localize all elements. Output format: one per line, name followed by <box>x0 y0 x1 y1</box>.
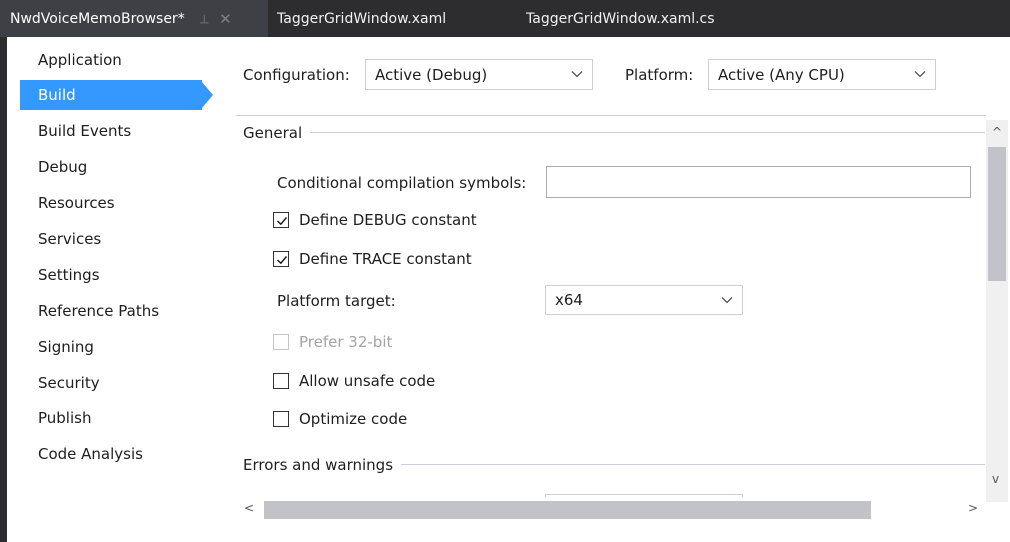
errors-section-title: Errors and warnings <box>243 456 402 474</box>
nav-item-debug[interactable]: Debug <box>20 152 202 182</box>
chevron-down-icon <box>571 71 583 78</box>
nav-item-label: Build <box>38 86 76 104</box>
configuration-dropdown[interactable]: Active (Debug) <box>365 59 593 90</box>
scroll-left-icon[interactable]: < <box>244 501 254 515</box>
pin-icon[interactable]: ⊣ <box>197 13 211 23</box>
close-icon[interactable]: ✕ <box>219 10 232 28</box>
platform-target-value: x64 <box>555 291 583 309</box>
nav-item-label: Settings <box>38 266 100 284</box>
nav-item-application[interactable]: Application <box>20 45 202 75</box>
property-pages-nav: Application Build Build Events Debug Res… <box>7 37 226 542</box>
tab-label: TaggerGridWindow.xaml.cs <box>526 10 715 27</box>
horizontal-scroll-thumb[interactable] <box>264 501 871 519</box>
vertical-scroll-thumb[interactable] <box>988 147 1006 281</box>
define-trace-label: Define TRACE constant <box>299 250 472 268</box>
define-debug-label: Define DEBUG constant <box>299 211 477 229</box>
nav-item-label: Build Events <box>38 122 132 140</box>
general-section-title: General <box>243 124 311 142</box>
checkmark-icon <box>276 256 288 265</box>
conditional-symbols-label: Conditional compilation symbols: <box>277 174 527 192</box>
selection-arrow-icon <box>202 82 213 108</box>
nav-item-label: Security <box>38 374 100 392</box>
vertical-scrollbar[interactable]: ^ v <box>986 120 1008 502</box>
configuration-label: Configuration: <box>243 66 350 84</box>
nav-item-label: Code Analysis <box>38 445 143 463</box>
conditional-symbols-input[interactable] <box>546 166 971 198</box>
optimize-code-checkbox[interactable]: Optimize code <box>273 410 407 428</box>
tab-label: TaggerGridWindow.xaml <box>277 10 447 27</box>
scroll-down-icon[interactable]: v <box>992 472 999 486</box>
nav-item-label: Publish <box>38 409 92 427</box>
nav-item-label: Signing <box>38 338 94 356</box>
nav-item-reference-paths[interactable]: Reference Paths <box>20 296 202 326</box>
platform-value: Active (Any CPU) <box>718 65 845 84</box>
tab-taggergridwindow-xaml[interactable]: TaggerGridWindow.xaml <box>277 0 446 37</box>
nav-item-signing[interactable]: Signing <box>20 332 202 362</box>
checkbox-box[interactable] <box>273 373 289 389</box>
nav-item-publish[interactable]: Publish <box>20 403 202 433</box>
nav-item-label: Services <box>38 230 102 248</box>
general-section-rule <box>243 132 985 133</box>
nav-item-label: Application <box>38 51 122 69</box>
nav-item-services[interactable]: Services <box>20 224 202 254</box>
nav-item-label: Resources <box>38 194 115 212</box>
configuration-value: Active (Debug) <box>375 65 488 84</box>
define-debug-checkbox[interactable]: Define DEBUG constant <box>273 211 477 229</box>
tab-taggergridwindow-xaml-cs[interactable]: TaggerGridWindow.xaml.cs <box>526 0 715 37</box>
nav-item-resources[interactable]: Resources <box>20 188 202 218</box>
platform-dropdown[interactable]: Active (Any CPU) <box>708 59 936 90</box>
checkbox-box[interactable] <box>273 251 289 267</box>
checkbox-box[interactable] <box>273 212 289 228</box>
nav-item-build-events[interactable]: Build Events <box>20 116 202 146</box>
nav-item-label: Debug <box>38 158 88 176</box>
prefer-32bit-label: Prefer 32-bit <box>299 333 393 351</box>
checkmark-icon <box>276 217 288 226</box>
tab-nwdvoicememobrowser[interactable]: NwdVoiceMemoBrowser* ⊣ ✕ <box>0 0 268 37</box>
nav-item-security[interactable]: Security <box>20 368 202 398</box>
checkbox-box[interactable] <box>273 334 289 350</box>
platform-target-label: Platform target: <box>277 292 396 310</box>
nav-item-settings[interactable]: Settings <box>20 260 202 290</box>
allow-unsafe-label: Allow unsafe code <box>299 372 436 390</box>
optimize-code-label: Optimize code <box>299 410 408 428</box>
nav-item-build[interactable]: Build <box>20 80 202 110</box>
prefer-32bit-checkbox[interactable]: Prefer 32-bit <box>273 333 392 351</box>
checkbox-box[interactable] <box>273 411 289 427</box>
tab-label: NwdVoiceMemoBrowser* <box>10 10 185 27</box>
chevron-down-icon <box>914 71 926 78</box>
allow-unsafe-checkbox[interactable]: Allow unsafe code <box>273 372 435 390</box>
nav-item-label: Reference Paths <box>38 302 160 320</box>
define-trace-checkbox[interactable]: Define TRACE constant <box>273 250 472 268</box>
document-tab-strip: NwdVoiceMemoBrowser* ⊣ ✕ TaggerGridWindo… <box>0 0 1010 37</box>
window-frame-left <box>0 37 7 542</box>
chevron-down-icon <box>721 297 733 304</box>
scroll-right-icon[interactable]: > <box>968 501 978 515</box>
config-divider <box>236 115 986 116</box>
scroll-up-icon[interactable]: ^ <box>992 125 1002 139</box>
platform-label: Platform: <box>625 66 694 84</box>
nav-item-code-analysis[interactable]: Code Analysis <box>20 439 202 469</box>
horizontal-scrollbar[interactable]: < > <box>236 497 986 521</box>
platform-target-dropdown[interactable]: x64 <box>545 285 743 315</box>
